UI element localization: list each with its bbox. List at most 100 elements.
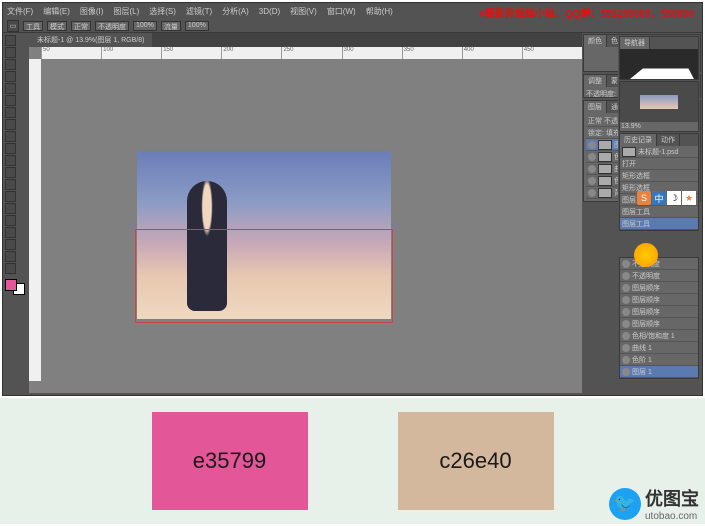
menu-edit[interactable]: 编辑(E) [43, 6, 70, 17]
visibility-icon[interactable] [588, 165, 596, 173]
history-item[interactable]: 图层工具 [620, 218, 698, 230]
site-logo: 🐦 优图宝 utobao.com [609, 485, 699, 522]
visibility-icon[interactable] [622, 344, 630, 352]
layer2-item[interactable]: 色阶 1 [620, 354, 698, 366]
layer2-item[interactable]: 图层顺序 [620, 306, 698, 318]
blend-mode[interactable]: 正常 [588, 116, 602, 126]
visibility-icon[interactable] [622, 356, 630, 364]
stamp-tool[interactable] [5, 131, 16, 142]
menu-layer[interactable]: 图层(L) [113, 6, 139, 17]
layer2-item[interactable]: 不透明度 [620, 270, 698, 282]
blur-tool[interactable] [5, 179, 16, 190]
wand-tool[interactable] [5, 71, 16, 82]
ruler-mark: 250 [281, 47, 341, 59]
ime-toolbar: S 中 ☽ ★ [637, 191, 696, 205]
ruler-mark: 200 [221, 47, 281, 59]
active-tool-icon[interactable]: ▭ [7, 20, 19, 32]
options-bar: ▭ 工具 模式 正常 不透明度 100% 流量 100% [3, 19, 702, 33]
visibility-icon[interactable] [588, 177, 596, 185]
ruler-mark: 150 [161, 47, 221, 59]
logo-url: utobao.com [645, 511, 699, 522]
foreground-color[interactable] [5, 279, 17, 291]
ruler-horizontal: 50 100 150 200 250 300 350 400 450 [41, 47, 582, 59]
ime-sogou-icon[interactable]: S [637, 191, 651, 205]
visibility-icon[interactable] [622, 296, 630, 304]
layer2-item[interactable]: 图层顺序 [620, 318, 698, 330]
ime-moon-icon[interactable]: ☽ [667, 191, 681, 205]
heal-tool[interactable] [5, 107, 16, 118]
layer2-item[interactable]: 图层顺序 [620, 282, 698, 294]
menu-analysis[interactable]: 分析(A) [222, 6, 249, 17]
opt-mode-label: 模式 [47, 21, 67, 31]
menu-select[interactable]: 选择(S) [149, 6, 176, 17]
nav-zoom[interactable]: 13.9% [620, 122, 698, 131]
brush-tool[interactable] [5, 119, 16, 130]
opt-blend[interactable]: 正常 [71, 21, 91, 31]
lock-label: 锁定: [588, 128, 604, 138]
opt-opacity-val[interactable]: 100% [133, 21, 157, 31]
move-tool[interactable] [5, 35, 16, 46]
visibility-icon[interactable] [622, 332, 630, 340]
layer2-item[interactable]: 图层 1 [620, 366, 698, 378]
lasso-tool[interactable] [5, 59, 16, 70]
shape-tool[interactable] [5, 239, 16, 250]
menu-filter[interactable]: 滤镜(T) [186, 6, 212, 17]
visibility-icon[interactable] [622, 260, 630, 268]
visibility-icon[interactable] [622, 368, 630, 376]
selection-marquee[interactable] [135, 229, 393, 323]
menu-help[interactable]: 帮助(H) [366, 6, 393, 17]
zoom-tool[interactable] [5, 263, 16, 274]
history-brush-tool[interactable] [5, 143, 16, 154]
mascot-icon [634, 243, 658, 267]
history-item[interactable]: 矩形选框 [620, 170, 698, 182]
menu-file[interactable]: 文件(F) [7, 6, 33, 17]
tab-color[interactable]: 颜色 [584, 35, 607, 47]
menu-3d[interactable]: 3D(D) [259, 7, 280, 16]
color-swatches[interactable] [5, 279, 25, 295]
path-tool[interactable] [5, 227, 16, 238]
tab-actions[interactable]: 动作 [657, 134, 680, 146]
visibility-icon[interactable] [622, 320, 630, 328]
layer2-item[interactable]: 曲线 1 [620, 342, 698, 354]
visibility-icon[interactable] [622, 308, 630, 316]
layer2-item[interactable]: 不透明度 [620, 258, 698, 270]
tab-adjustments[interactable]: 调整 [584, 75, 607, 87]
history-item[interactable]: 图层工具 [620, 206, 698, 218]
tab-history[interactable]: 历史记录 [620, 134, 657, 146]
ime-chinese-icon[interactable]: 中 [652, 191, 666, 205]
ruler-mark: 450 [522, 47, 582, 59]
hand-tool[interactable] [5, 251, 16, 262]
nav-thumbnail[interactable] [620, 82, 698, 122]
gradient-tool[interactable] [5, 167, 16, 178]
crop-tool[interactable] [5, 83, 16, 94]
tab-layers[interactable]: 图层 [584, 101, 607, 113]
opt-opacity-label: 不透明度 [95, 21, 129, 31]
menu-window[interactable]: 窗口(W) [327, 6, 356, 17]
pen-tool[interactable] [5, 203, 16, 214]
marquee-tool[interactable] [5, 47, 16, 58]
canvas[interactable] [41, 59, 582, 381]
eraser-tool[interactable] [5, 155, 16, 166]
tab-navigator[interactable]: 导航器 [620, 37, 650, 49]
visibility-icon[interactable] [588, 141, 596, 149]
menu-view[interactable]: 视图(V) [290, 6, 317, 17]
document-tab[interactable]: 未标题-1 @ 13.9%(图层 1, RGB/8) [29, 33, 152, 47]
color-swatch-section: e35799 c26e40 [0, 398, 705, 524]
layer2-item[interactable]: 图层顺序 [620, 294, 698, 306]
type-tool[interactable] [5, 215, 16, 226]
menu-image[interactable]: 图像(I) [80, 6, 104, 17]
visibility-icon[interactable] [622, 272, 630, 280]
layers-panel-2: 不透明度 不透明度 图层顺序 图层顺序 图层顺序 图层顺序 色相/饱和度 1 曲… [619, 257, 699, 379]
opt-flow-val[interactable]: 100% [185, 21, 209, 31]
dodge-tool[interactable] [5, 191, 16, 202]
layer2-item[interactable]: 色相/饱和度 1 [620, 330, 698, 342]
ime-star-icon[interactable]: ★ [682, 191, 696, 205]
history-doc[interactable]: 未标题-1.psd [620, 146, 698, 158]
visibility-icon[interactable] [588, 189, 596, 197]
visibility-icon[interactable] [622, 284, 630, 292]
logo-brand: 优图宝 [645, 489, 699, 509]
history-item[interactable]: 打开 [620, 158, 698, 170]
canvas-area: 未标题-1 @ 13.9%(图层 1, RGB/8) — □ × 50 100 … [29, 33, 582, 393]
visibility-icon[interactable] [588, 153, 596, 161]
eyedropper-tool[interactable] [5, 95, 16, 106]
